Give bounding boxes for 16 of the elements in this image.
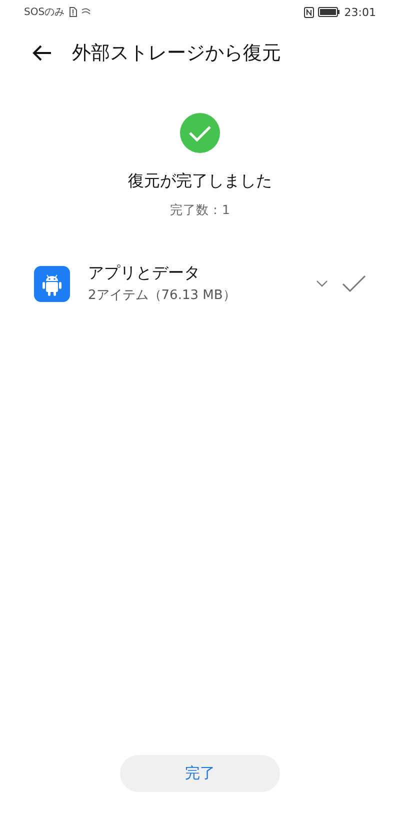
page-title: 外部ストレージから復元 [72, 41, 281, 66]
battery-icon [318, 7, 340, 17]
done-button[interactable]: 完了 [120, 755, 280, 792]
completed-count: 完了数：1 [170, 202, 230, 219]
carrier-text: SOSのみ [24, 6, 65, 19]
android-app-icon [34, 266, 70, 302]
item-name: アプリとデータ [88, 263, 201, 284]
sim-alert-icon [68, 7, 77, 17]
nfc-icon [304, 6, 314, 18]
clock-text: 23:01 [344, 6, 376, 18]
success-check-icon [180, 113, 220, 153]
back-button[interactable] [30, 43, 54, 63]
item-detail: 2アイテム（76.13 MB） [88, 287, 237, 304]
result-title: 復元が完了しました [128, 171, 272, 192]
data-saver-icon [80, 8, 91, 16]
chevron-down-icon[interactable] [316, 280, 328, 288]
